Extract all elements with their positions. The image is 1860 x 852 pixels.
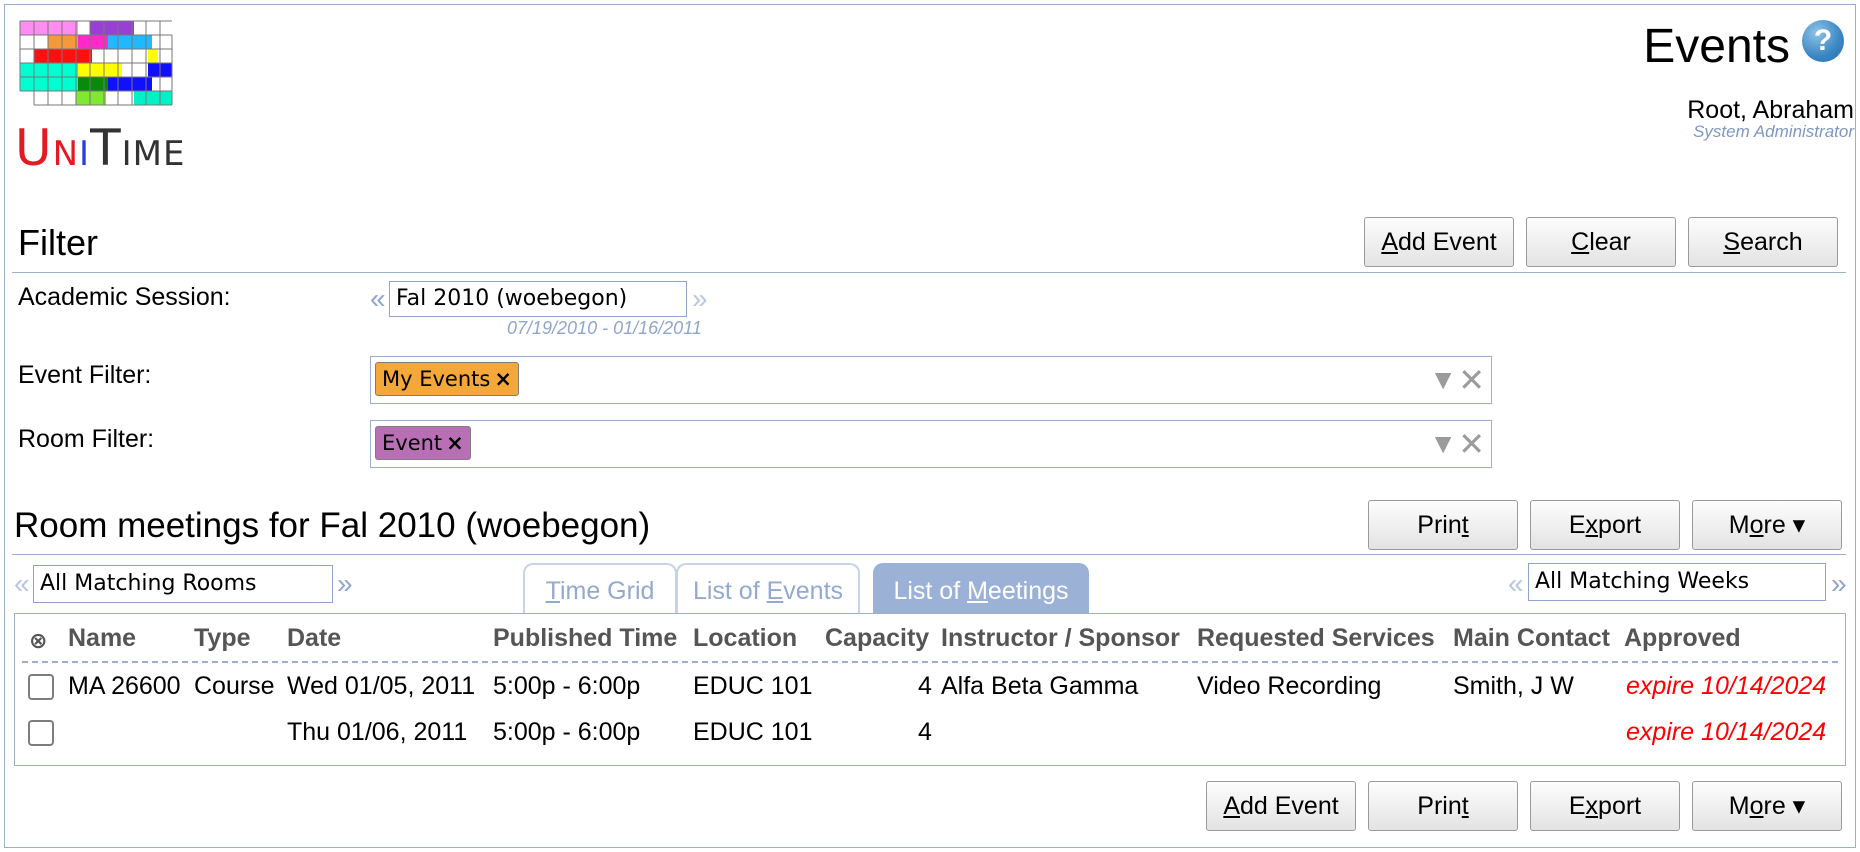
cell-contact: Smith, J W bbox=[1453, 672, 1574, 700]
previous-session-icon[interactable]: « bbox=[370, 283, 386, 315]
column-header-name[interactable]: Name bbox=[68, 624, 136, 653]
column-header-published-time[interactable]: Published Time bbox=[493, 624, 677, 653]
page-title: Events bbox=[1643, 20, 1790, 73]
cell-type: Course bbox=[194, 672, 275, 700]
academic-session-label: Academic Session: bbox=[18, 283, 231, 311]
filter-title: Filter bbox=[18, 222, 98, 263]
help-icon[interactable]: ? bbox=[1802, 20, 1844, 62]
row-checkbox[interactable] bbox=[28, 720, 54, 746]
cell-approved: expire 10/14/2024 bbox=[1626, 718, 1827, 746]
cell-instructor: Alfa Beta Gamma bbox=[941, 672, 1139, 700]
rooms-select[interactable]: All Matching Rooms bbox=[33, 565, 333, 603]
column-header-approved[interactable]: Approved bbox=[1624, 624, 1741, 653]
add-event-button[interactable]: Add Event bbox=[1364, 217, 1514, 267]
room-filter-chip[interactable]: Event × bbox=[375, 426, 471, 460]
clear-button[interactable]: Clear bbox=[1526, 217, 1676, 267]
results-title: Room meetings for Fal 2010 (woebegon) bbox=[14, 506, 651, 545]
cell-approved: expire 10/14/2024 bbox=[1626, 672, 1827, 700]
row-checkbox[interactable] bbox=[28, 674, 54, 700]
export-button[interactable]: Export bbox=[1530, 500, 1680, 550]
cell-date: Thu 01/06, 2011 bbox=[287, 718, 468, 746]
user-name[interactable]: Root, Abraham bbox=[1687, 96, 1854, 125]
dropdown-arrow-icon[interactable]: ▼ bbox=[1429, 428, 1457, 460]
next-session-icon[interactable]: » bbox=[692, 283, 708, 315]
print-button[interactable]: Print bbox=[1368, 500, 1518, 550]
select-all-icon[interactable]: ⊗ bbox=[29, 628, 47, 654]
column-header-requested-services[interactable]: Requested Services bbox=[1197, 624, 1435, 653]
previous-week-icon[interactable]: « bbox=[1508, 568, 1524, 600]
search-button[interactable]: Search bbox=[1688, 217, 1838, 267]
filter-divider bbox=[12, 272, 1846, 273]
cell-capacity: 4 bbox=[918, 672, 932, 700]
remove-chip-icon[interactable]: × bbox=[446, 431, 464, 455]
event-filter-input[interactable]: My Events × ▼ ✕ bbox=[370, 356, 1492, 404]
column-header-main-contact[interactable]: Main Contact bbox=[1453, 624, 1610, 653]
logo-wordmark: UNITIME bbox=[15, 119, 186, 177]
next-week-icon[interactable]: » bbox=[1831, 568, 1847, 600]
next-room-icon[interactable]: » bbox=[337, 568, 353, 600]
unitime-logo-icon bbox=[18, 19, 174, 111]
cell-name[interactable]: MA 26600 bbox=[68, 672, 181, 701]
add-event-button-bottom[interactable]: Add Event bbox=[1206, 781, 1356, 831]
event-filter-chip[interactable]: My Events × bbox=[375, 362, 519, 396]
tab-list-of-events[interactable]: List of Events bbox=[676, 563, 860, 615]
results-divider bbox=[12, 554, 1846, 555]
column-header-type[interactable]: Type bbox=[194, 624, 251, 653]
cell-capacity: 4 bbox=[918, 718, 932, 746]
room-filter-label: Room Filter: bbox=[18, 425, 155, 453]
print-button-bottom[interactable]: Print bbox=[1368, 781, 1518, 831]
cell-services: Video Recording bbox=[1197, 672, 1382, 700]
column-header-date[interactable]: Date bbox=[287, 624, 341, 653]
session-dates: 07/19/2010 - 01/16/2011 bbox=[507, 318, 702, 338]
export-button-bottom[interactable]: Export bbox=[1530, 781, 1680, 831]
remove-chip-icon[interactable]: × bbox=[494, 367, 512, 391]
cell-location: EDUC 101 bbox=[693, 718, 813, 746]
event-filter-label: Event Filter: bbox=[18, 361, 152, 389]
previous-room-icon[interactable]: « bbox=[14, 568, 30, 600]
user-role: System Administrator bbox=[1693, 122, 1854, 141]
column-header-location[interactable]: Location bbox=[693, 624, 797, 653]
cell-time: 5:00p - 6:00p bbox=[493, 672, 641, 700]
tab-time-grid[interactable]: Time Grid bbox=[523, 563, 677, 615]
weeks-select[interactable]: All Matching Weeks bbox=[1528, 563, 1826, 601]
cell-date: Wed 01/05, 2011 bbox=[287, 672, 476, 700]
academic-session-input[interactable]: Fal 2010 (woebegon) bbox=[389, 281, 687, 317]
column-header-capacity[interactable]: Capacity bbox=[825, 624, 929, 653]
clear-filter-icon[interactable]: ✕ bbox=[1458, 361, 1485, 399]
cell-location: EDUC 101 bbox=[693, 672, 813, 700]
column-header-instructor-sponsor[interactable]: Instructor / Sponsor bbox=[941, 624, 1180, 653]
tab-list-of-meetings[interactable]: List of Meetings bbox=[873, 563, 1089, 615]
cell-time: 5:00p - 6:00p bbox=[493, 718, 641, 746]
header-divider bbox=[22, 661, 1838, 663]
clear-filter-icon[interactable]: ✕ bbox=[1458, 425, 1485, 463]
more-button[interactable]: More ▾ bbox=[1692, 500, 1842, 550]
room-filter-input[interactable]: Event × ▼ ✕ bbox=[370, 420, 1492, 468]
dropdown-arrow-icon[interactable]: ▼ bbox=[1429, 364, 1457, 396]
more-button-bottom[interactable]: More ▾ bbox=[1692, 781, 1842, 831]
